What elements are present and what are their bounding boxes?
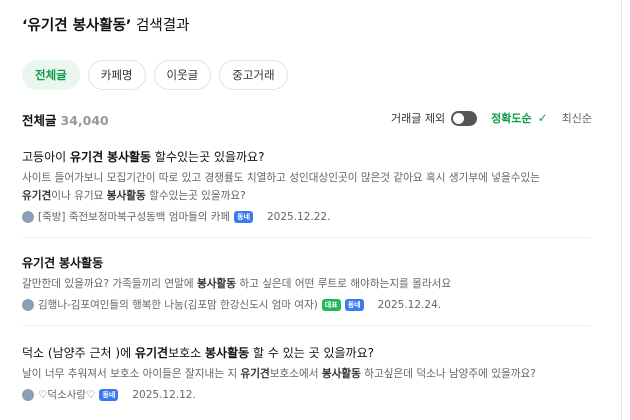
- list-item[interactable]: 유기견 봉사활동 갈만한데 있을까요? 가족들끼리 연말에 봉사활동 하고 싶은…: [22, 254, 590, 326]
- tab-used-trade[interactable]: 중고거래: [219, 60, 288, 90]
- result-meta: [죽방] 죽전보정마북구성동백 엄마들의 카페 동네 2025.12.22.: [22, 209, 590, 224]
- result-title[interactable]: 유기견 봉사활동: [22, 254, 590, 271]
- count-label: 전체글: [22, 113, 57, 128]
- result-snippet: 갈만한데 있을까요? 가족들끼리 연말에 봉사활동 하고 싶은데 어떤 루트로 …: [22, 278, 452, 290]
- post-date: 2025.12.24.: [377, 298, 442, 311]
- title-suffix: 검색결과: [131, 18, 190, 34]
- divider: [621, 0, 622, 420]
- cafe-name[interactable]: ♡덕소사랑♡: [38, 387, 95, 402]
- cafe-name[interactable]: 김행나-김포여인들의 행복한 나눔(김포맘 한강신도시 엄마 여자): [38, 297, 318, 312]
- search-results-page: ‘유기견 봉사활동’ 검색결과 전체글 카페명 이웃글 중고거래 전체글 34,0…: [0, 0, 630, 420]
- cafe-avatar-icon: [22, 298, 34, 311]
- result-title[interactable]: 고등아이 유기견 봉사활동 할수있는곳 있을까요?: [22, 148, 590, 165]
- snippet-line: 사이트 들어가보니 모집기간이 따로 있고 경쟁률도 치열하고 성인대상인곳이 …: [22, 172, 540, 184]
- result-snippet: 날이 너무 추워져서 보호소 아이들은 잘지내는 지 유기견보호소에서 봉사활동…: [22, 368, 536, 380]
- cafe-avatar-icon: [22, 210, 34, 223]
- post-date: 2025.12.22.: [266, 210, 331, 223]
- badge-neighborhood: 동네: [344, 298, 364, 311]
- badge-neighborhood: 동네: [234, 210, 253, 223]
- result-meta: 김행나-김포여인들의 행복한 나눔(김포맘 한강신도시 엄마 여자) 대표 동네…: [22, 297, 590, 312]
- cafe-avatar-icon: [22, 388, 34, 401]
- result-summary: 전체글 34,040 거래글 제외 정확도순 ✓ 최신순: [22, 110, 592, 130]
- toggle-knob: [453, 112, 465, 124]
- result-snippet: 사이트 들어가보니 모집기간이 따로 있고 경쟁률도 치열하고 성인대상인곳이 …: [22, 169, 590, 205]
- tab-cafe-name[interactable]: 카페명: [87, 60, 146, 90]
- filter-tabs: 전체글 카페명 이웃글 중고거래: [22, 60, 288, 90]
- result-meta: ♡덕소사랑♡ 동네 2025.12.12.: [22, 387, 590, 402]
- cafe-name[interactable]: [죽방] 죽전보정마북구성동백 엄마들의 카페: [38, 209, 230, 224]
- result-count: 34,040: [60, 113, 109, 128]
- exclude-trade-label: 거래글 제외: [390, 112, 446, 125]
- post-date: 2025.12.12.: [132, 388, 196, 401]
- sort-controls: 거래글 제외 정확도순 ✓ 최신순: [391, 110, 592, 126]
- badge-representative: 대표: [321, 298, 341, 311]
- sort-latest-option[interactable]: 최신순: [562, 110, 592, 126]
- result-title[interactable]: 덕소 (남양주 근처 )에 유기견보호소 봉사활동 할 수 있는 곳 있을까요?: [22, 344, 590, 361]
- snippet-line: 유기견이나 유기묘 봉사활동 할수있는곳 있을까요?: [22, 190, 246, 202]
- tab-neighbor-posts[interactable]: 이웃글: [153, 60, 212, 90]
- tab-all[interactable]: 전체글: [22, 60, 80, 90]
- list-item[interactable]: 덕소 (남양주 근처 )에 유기견보호소 봉사활동 할 수 있는 곳 있을까요?…: [22, 344, 590, 420]
- badge-neighborhood: 동네: [99, 388, 119, 401]
- check-icon: ✓: [537, 111, 548, 125]
- page-title: ‘유기견 봉사활동’ 검색결과: [22, 14, 189, 35]
- sort-accuracy-option[interactable]: 정확도순: [491, 110, 531, 126]
- search-query: ‘유기견 봉사활동’: [22, 18, 132, 34]
- exclude-trade-toggle[interactable]: [451, 110, 478, 126]
- list-item[interactable]: 고등아이 유기견 봉사활동 할수있는곳 있을까요? 사이트 들어가보니 모집기간…: [22, 148, 590, 238]
